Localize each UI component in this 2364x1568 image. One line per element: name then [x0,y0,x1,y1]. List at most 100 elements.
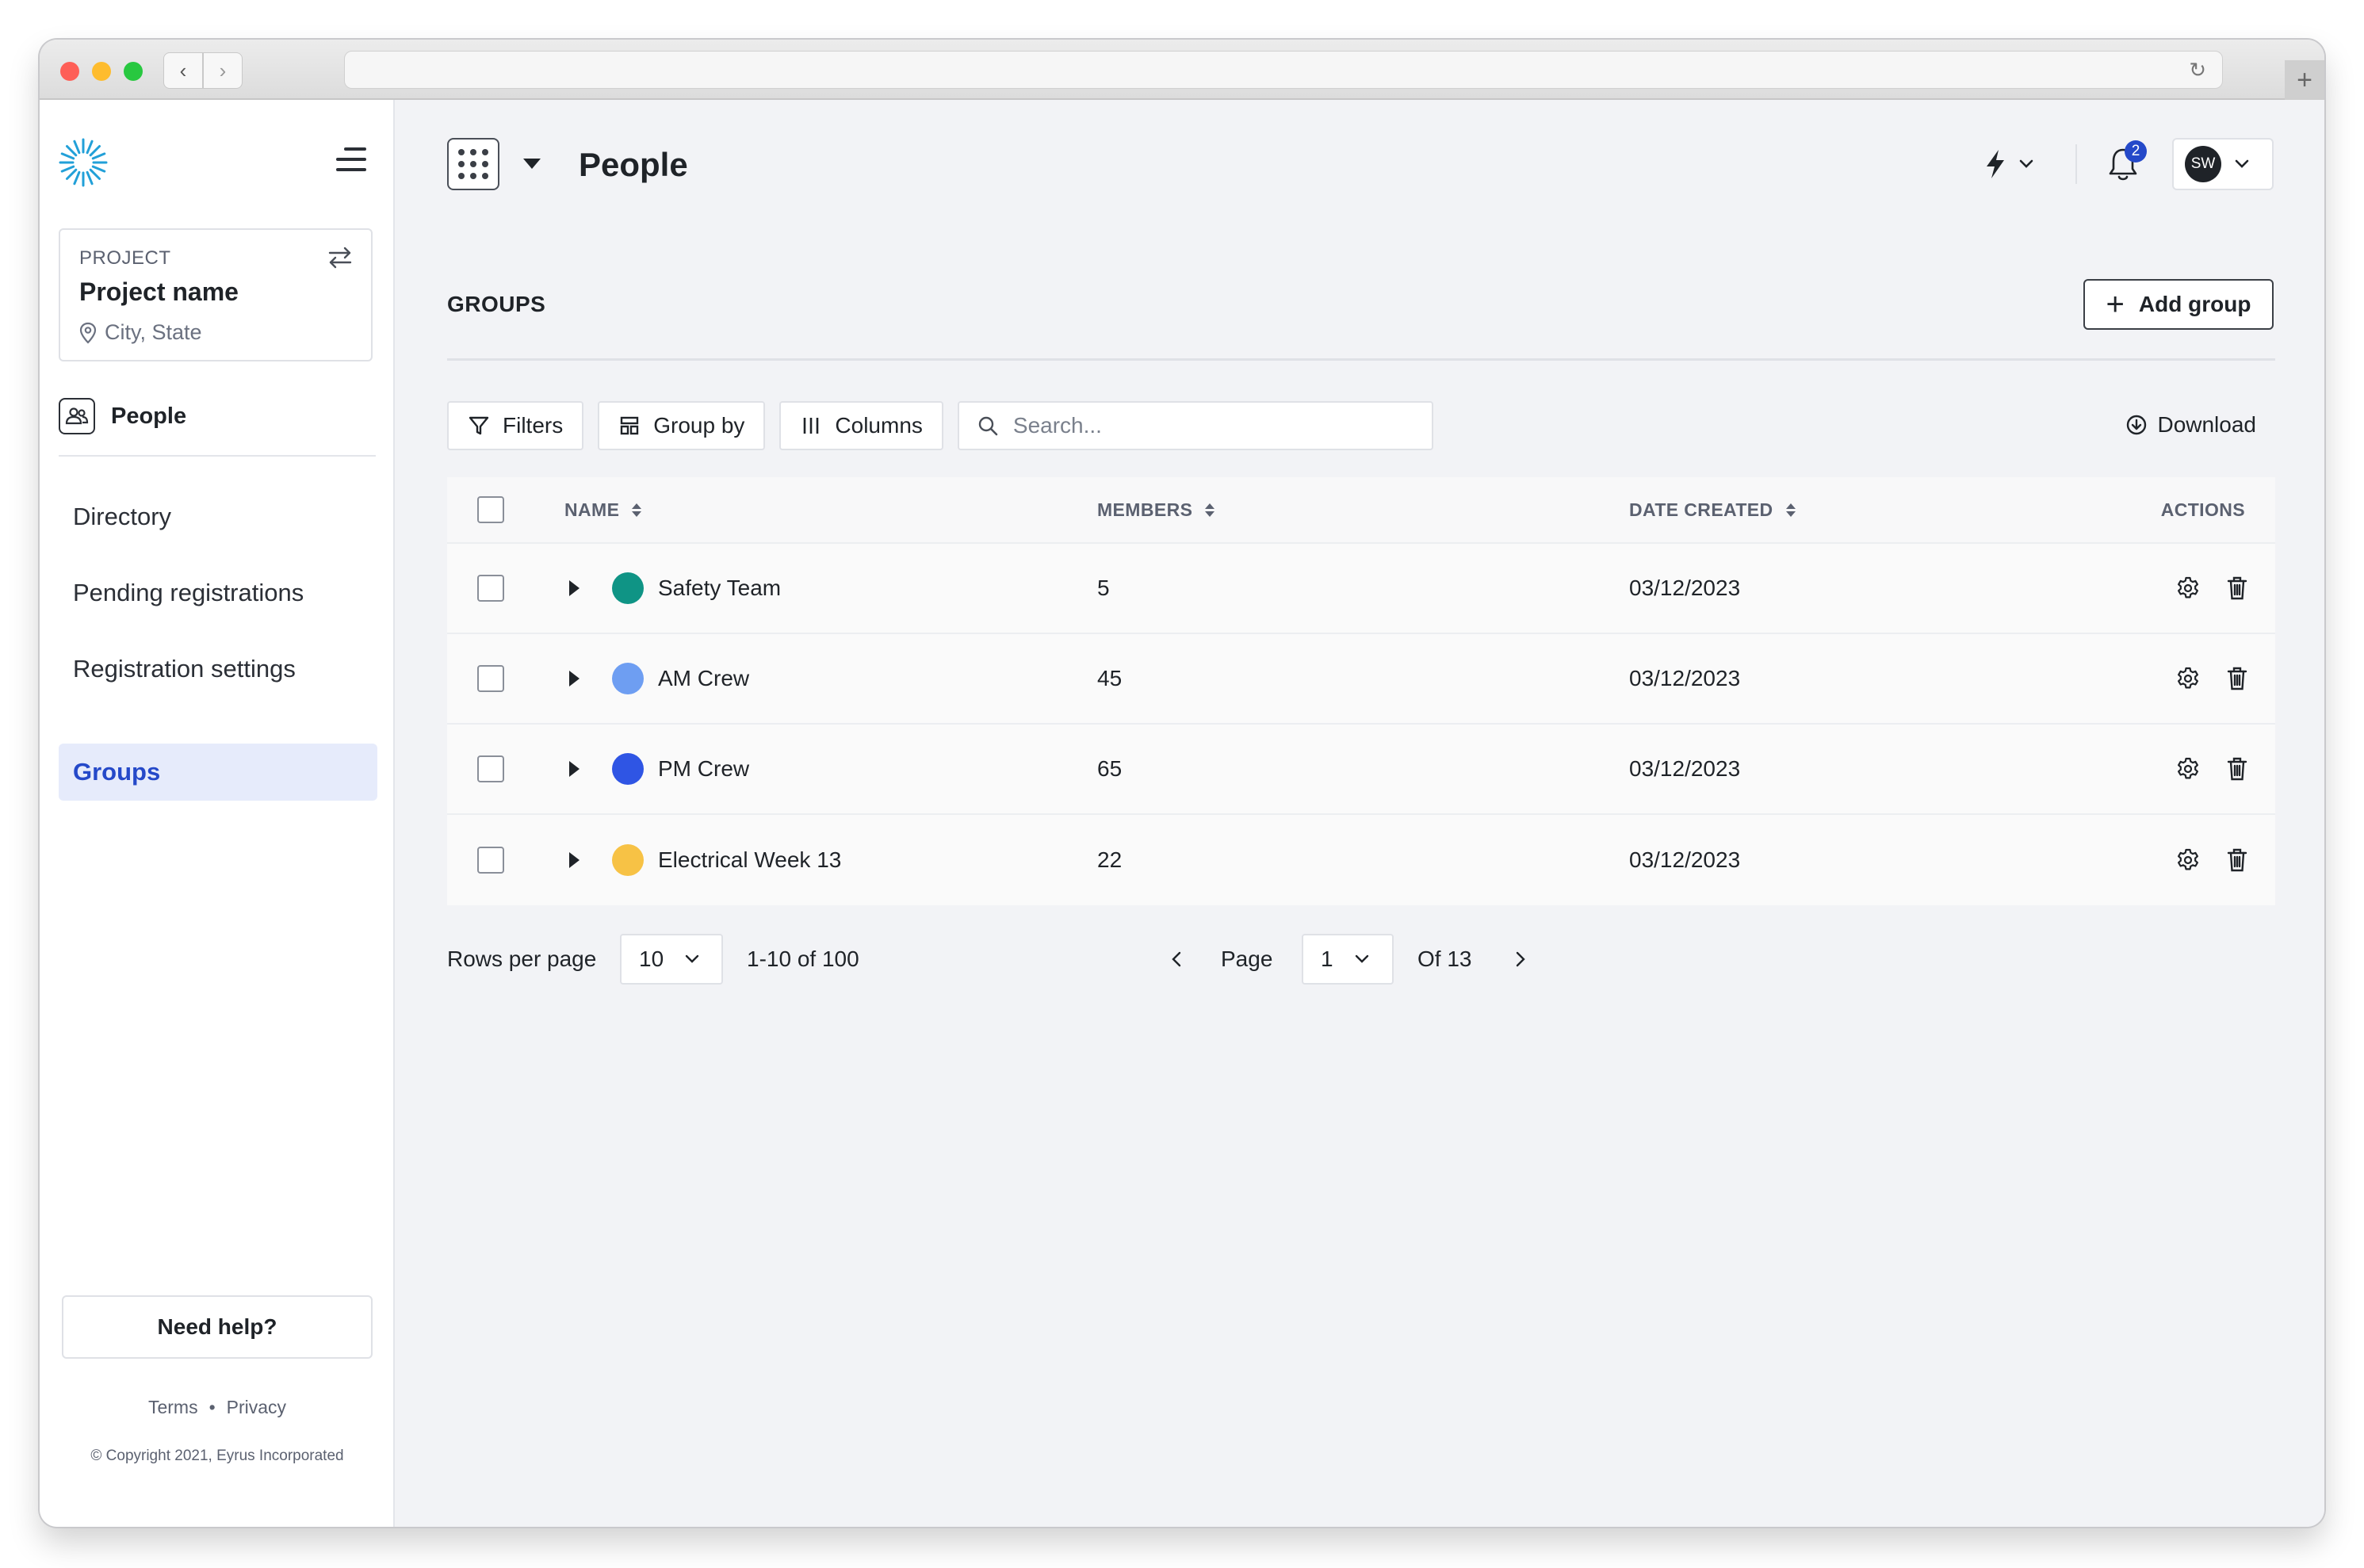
app-switcher-icon[interactable] [447,138,499,190]
project-card[interactable]: PROJECT Project name City, State [59,228,373,361]
group-color-dot [612,663,644,694]
table-row[interactable]: Electrical Week 13 22 03/12/2023 [447,815,2275,905]
group-by-button[interactable]: Group by [598,401,766,450]
row-checkbox[interactable] [477,575,504,602]
group-date-created: 03/12/2023 [1629,847,1741,872]
new-tab-button[interactable]: + [2285,60,2324,100]
column-header-members[interactable]: MEMBERS [1097,477,1215,542]
app-switcher-caret-icon[interactable] [523,159,541,169]
table-row[interactable]: PM Crew 65 03/12/2023 [447,725,2275,815]
delete-trash-icon[interactable] [2226,756,2248,782]
total-pages-text: Of 13 [1417,947,1472,971]
previous-page-button[interactable] [1170,934,1183,985]
browser-back-button[interactable]: ‹ [163,52,203,89]
location-pin-icon [79,322,97,344]
add-group-label: Add group [2138,292,2251,316]
project-name: Project name [79,277,239,306]
sort-icon [632,503,642,517]
group-color-dot [612,572,644,604]
sidebar-item-groups[interactable]: Groups [59,744,377,801]
download-button[interactable]: Download [2125,412,2256,438]
columns-button[interactable]: Columns [779,401,943,450]
add-group-button[interactable]: + Add group [2083,279,2274,330]
menu-toggle-icon[interactable] [336,147,366,171]
avatar: SW [2185,146,2221,182]
sidebar-item-registration-settings[interactable]: Registration settings [59,641,377,698]
chevron-down-icon [2019,159,2033,168]
delete-trash-icon[interactable] [2226,847,2248,873]
expand-row-icon[interactable] [569,852,580,868]
logo-icon [59,138,108,187]
group-color-dot [612,753,644,785]
sort-icon [1785,503,1796,517]
page-label: Page [1221,947,1273,971]
select-all-checkbox[interactable] [477,496,504,523]
next-page-button[interactable] [1514,934,1527,985]
group-color-dot [612,844,644,876]
groups-section-title: GROUPS [447,292,546,316]
divider [447,358,2275,361]
pagination: Rows per page 10 1-10 of 100 Page 1 Of 1… [447,934,2275,985]
group-by-label: Group by [653,413,745,438]
chevron-down-icon [685,954,699,963]
expand-row-icon[interactable] [569,671,580,686]
quick-actions-menu[interactable] [1983,148,2034,180]
page-value: 1 [1321,947,1333,971]
group-date-created: 03/12/2023 [1629,666,1741,690]
row-checkbox[interactable] [477,665,504,692]
row-checkbox[interactable] [477,847,504,874]
table-header: NAME MEMBERS DATE CREATED ACTIONS [447,477,2275,544]
page-title: People [579,146,688,183]
table-row[interactable]: AM Crew 45 03/12/2023 [447,634,2275,725]
group-name: PM Crew [658,756,750,781]
search-box[interactable] [957,401,1433,450]
columns-label: Columns [835,413,923,438]
page-select[interactable]: 1 [1302,934,1394,985]
minimize-window-button[interactable] [92,62,111,81]
people-icon [59,398,95,434]
settings-gear-icon[interactable] [2175,666,2201,691]
column-header-name[interactable]: NAME [564,477,642,542]
switch-project-icon[interactable] [327,244,354,271]
download-icon [2127,415,2147,435]
need-help-button[interactable]: Need help? [62,1295,373,1359]
section-people-title: People [111,403,187,429]
browser-forward-button[interactable]: › [203,52,243,89]
main-content: People 2 SW GROUPS + Add group Filters G… [395,100,2324,1527]
filters-button[interactable]: Filters [447,401,584,450]
group-members: 5 [1097,576,1110,600]
sidebar-item-directory[interactable]: Directory [59,488,377,545]
expand-row-icon[interactable] [569,580,580,596]
sort-icon [1205,503,1215,517]
project-location-text: City, State [105,320,202,344]
settings-gear-icon[interactable] [2175,576,2201,601]
reload-icon[interactable]: ↻ [2189,58,2206,82]
chevron-left-icon [1172,951,1181,967]
divider [59,455,376,457]
row-checkbox[interactable] [477,755,504,782]
section-people-header: People [59,398,186,434]
browser-window: ‹ › ↻ + PROJECT Project name City, State… [40,40,2324,1527]
user-menu-button[interactable]: SW [2172,138,2274,190]
bolt-icon [1987,150,2004,178]
delete-trash-icon[interactable] [2226,666,2248,691]
delete-trash-icon[interactable] [2226,576,2248,601]
sidebar-item-pending-registrations[interactable]: Pending registrations [59,564,377,621]
settings-gear-icon[interactable] [2175,847,2201,873]
columns-icon [804,418,819,434]
rows-per-page-select[interactable]: 10 [620,934,723,985]
chevron-down-icon [1355,954,1368,963]
range-text: 1-10 of 100 [747,947,859,971]
maximize-window-button[interactable] [124,62,143,81]
terms-link[interactable]: Terms [148,1397,198,1417]
notifications-button[interactable]: 2 [2106,140,2147,183]
column-header-date-created[interactable]: DATE CREATED [1629,477,1796,542]
settings-gear-icon[interactable] [2175,756,2201,782]
address-bar[interactable]: ↻ [344,51,2223,89]
group-date-created: 03/12/2023 [1629,576,1741,600]
privacy-link[interactable]: Privacy [227,1397,286,1417]
table-row[interactable]: Safety Team 5 03/12/2023 [447,544,2275,634]
expand-row-icon[interactable] [569,761,580,777]
close-window-button[interactable] [60,62,79,81]
search-input[interactable] [1012,413,1410,438]
